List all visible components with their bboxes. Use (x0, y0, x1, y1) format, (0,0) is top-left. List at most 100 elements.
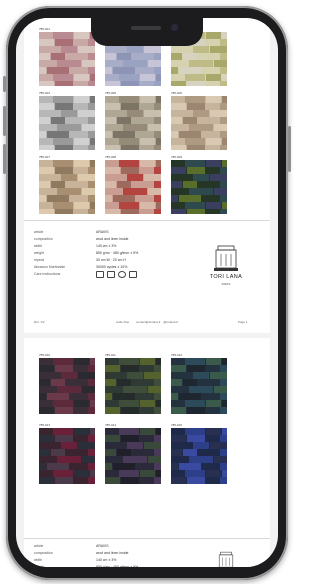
swatch-weave (70, 195, 87, 202)
fabric-swatch[interactable] (39, 96, 95, 150)
swatch-weave (39, 449, 50, 456)
swatch-weave (88, 393, 95, 400)
swatch-weave (74, 428, 89, 435)
swatch-weave (198, 181, 219, 188)
swatch-weave (222, 470, 227, 477)
swatch-weave (171, 379, 182, 386)
spec-value: wool and linen inside (96, 237, 129, 241)
swatch-weave (88, 449, 95, 456)
fabric-swatch[interactable] (39, 160, 95, 214)
swatch-weave (171, 449, 182, 456)
swatch-weave (140, 407, 153, 414)
swatch-weave (61, 46, 77, 53)
swatch-weave (39, 195, 46, 202)
swatch-weave (117, 449, 131, 456)
swatch-weave (210, 372, 227, 379)
fabric-swatch[interactable] (39, 428, 95, 484)
swatch-weave (47, 195, 69, 202)
fabric-swatch[interactable] (171, 358, 227, 414)
swatch-weave (189, 386, 213, 393)
fabric-swatch[interactable] (105, 358, 161, 414)
swatch-weave (105, 400, 118, 407)
swatch-weave (202, 195, 219, 202)
swatch-weave (105, 103, 120, 110)
swatch-weave (144, 110, 161, 117)
swatch-weave (220, 379, 227, 386)
swatch-weave (57, 456, 81, 463)
swatch-weave (206, 202, 221, 209)
swatch-weave (202, 67, 219, 74)
fabric-swatch[interactable] (105, 160, 161, 214)
swatch-weave (39, 358, 52, 365)
swatch-weave (105, 365, 120, 372)
swatch-weave (140, 209, 153, 214)
swatch-weave (119, 202, 139, 209)
fabric-swatch[interactable] (105, 96, 161, 150)
swatch-weave (179, 195, 201, 202)
swatch-weave (198, 449, 219, 456)
swatch-weave (154, 67, 161, 74)
swatch-label: 785-006 (171, 91, 183, 95)
swatch-weave (156, 160, 161, 167)
swatch-weave (206, 103, 219, 110)
brand-logo: TORI LANA PARIS (204, 244, 248, 290)
wash-icon (96, 271, 104, 278)
footer-company: Aufie Rue (116, 320, 130, 324)
swatch-weave (39, 365, 54, 372)
swatch-weave (61, 372, 77, 379)
swatch-weave (61, 174, 77, 181)
fabric-swatch[interactable] (171, 160, 227, 214)
swatch-weave (88, 477, 95, 484)
swatch-weave (220, 435, 227, 442)
fabric-swatch[interactable] (171, 428, 227, 484)
swatch-weave (171, 188, 188, 195)
swatch-weave (88, 131, 95, 138)
swatch-weave (171, 365, 186, 372)
swatch-weave (148, 456, 161, 463)
footer-page-label: Page 1 (238, 320, 248, 324)
swatch-weave (61, 442, 77, 449)
swatch-weave (39, 124, 56, 131)
swatch-weave (179, 131, 201, 138)
fabric-swatch[interactable] (105, 428, 161, 484)
spec-value: 140 cm ± 3% (96, 558, 117, 562)
swatch-weave (105, 202, 118, 209)
fabric-swatch[interactable] (171, 96, 227, 150)
swatch-weave (154, 131, 161, 138)
swatch-weave (187, 407, 205, 414)
spec-label: weight (34, 251, 45, 255)
swatch-weave (74, 167, 87, 174)
swatch-weave (39, 167, 54, 174)
swatch-weave (185, 400, 205, 407)
swatch-weave (144, 46, 161, 53)
swatch-weave (117, 379, 131, 386)
swatch-weave (53, 96, 73, 103)
swatch-weave (220, 53, 227, 60)
swatch-weave (90, 358, 95, 365)
swatch-weave (105, 124, 122, 131)
swatch-weave (179, 463, 201, 470)
swatch-weave (105, 358, 118, 365)
phone-screen[interactable]: 785-001785-002785-003785-004785-005785-0… (16, 18, 278, 567)
swatch-label: 785-014 (105, 423, 117, 427)
swatch-weave (206, 74, 221, 81)
fabric-swatch[interactable] (39, 358, 95, 414)
divider (24, 538, 270, 539)
swatch-weave (127, 110, 143, 117)
swatch-weave (136, 195, 153, 202)
swatch-weave (210, 110, 227, 117)
swatch-weave (105, 46, 126, 53)
swatch-weave (105, 442, 126, 449)
swatch-weave (189, 188, 213, 195)
swatch-label: 785-001 (39, 27, 51, 31)
fabric-swatch[interactable] (39, 32, 95, 86)
swatch-weave (198, 53, 219, 60)
swatch-weave (220, 463, 227, 470)
swatch-weave (57, 60, 81, 67)
camera-icon (171, 24, 178, 31)
swatch-weave (206, 428, 221, 435)
swatch-weave (119, 160, 139, 167)
volume-up-button (3, 106, 6, 136)
swatch-weave (51, 449, 65, 456)
swatch-weave (187, 365, 205, 372)
